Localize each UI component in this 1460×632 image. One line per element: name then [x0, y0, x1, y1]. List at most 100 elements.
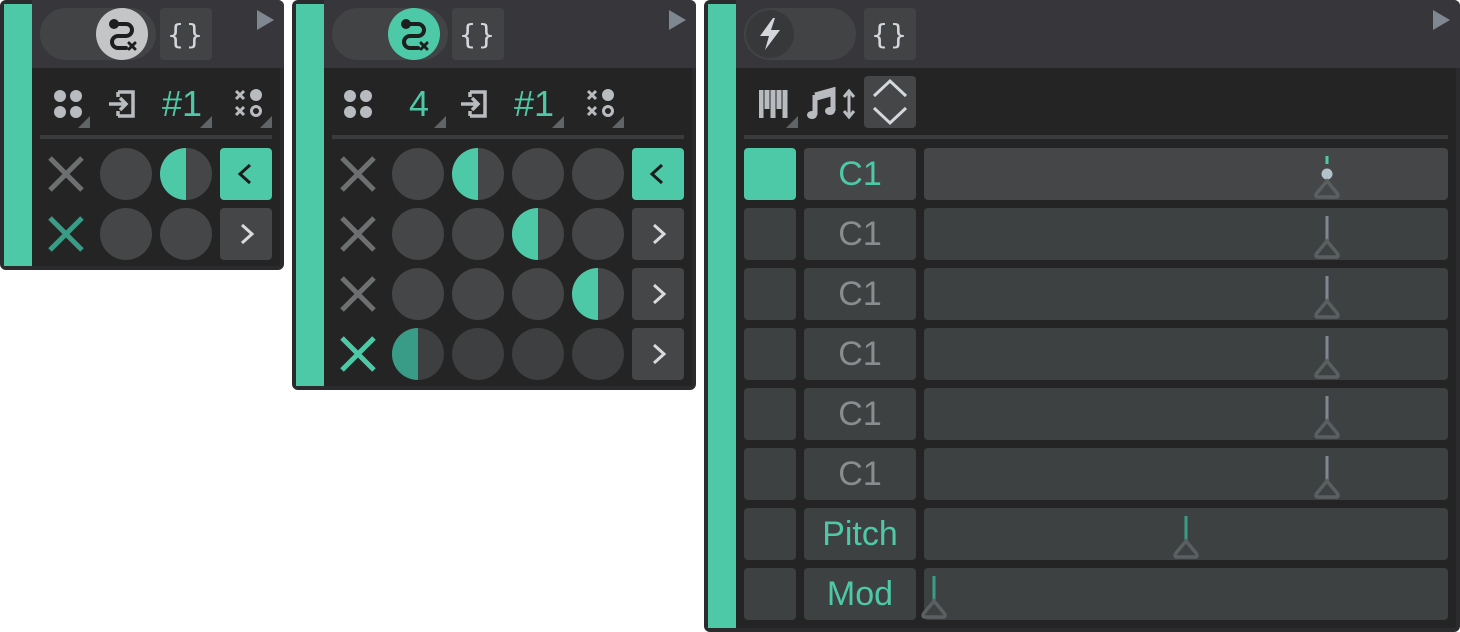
note-transpose-button[interactable]	[806, 80, 860, 128]
mute-x-icon[interactable]	[332, 268, 384, 320]
note-label[interactable]: Mod	[804, 568, 916, 620]
nav-left-button[interactable]	[632, 148, 684, 200]
mute-x-icon-active[interactable]	[332, 328, 384, 380]
value-slider[interactable]	[924, 448, 1448, 500]
slider-thumb[interactable]	[1313, 156, 1341, 204]
gate-toggle[interactable]	[744, 328, 796, 380]
value-slider[interactable]	[924, 268, 1448, 320]
panel-color-stripe	[296, 4, 324, 386]
step-circle-active[interactable]	[160, 148, 212, 200]
chevron-left-icon	[237, 163, 252, 185]
separator	[332, 135, 684, 139]
four-dots-icon	[344, 90, 372, 118]
value-slider[interactable]	[921, 568, 1448, 620]
step-circle[interactable]	[452, 268, 504, 320]
chevron-right-icon	[652, 343, 667, 365]
play-icon[interactable]	[257, 10, 274, 30]
chevron-up-down-icon	[872, 78, 908, 126]
gate-toggle[interactable]	[744, 568, 796, 620]
brace-button[interactable]: {}	[864, 8, 916, 60]
count-dropdown[interactable]: 4	[392, 80, 446, 128]
panel-color-stripe	[708, 4, 736, 628]
mute-x-icon[interactable]	[332, 148, 384, 200]
note-label[interactable]: C1	[804, 148, 916, 200]
pattern-dropdown[interactable]	[578, 80, 624, 128]
step-circle[interactable]	[160, 208, 212, 260]
note-label[interactable]: C1	[804, 268, 916, 320]
chevron-left-icon	[649, 163, 664, 185]
play-icon[interactable]	[1433, 10, 1450, 30]
piano-keys-icon	[759, 90, 788, 118]
step-circle[interactable]	[452, 208, 504, 260]
channel-label: #1	[513, 83, 555, 124]
channel-dropdown[interactable]: #1	[152, 80, 212, 128]
value-slider[interactable]	[924, 208, 1448, 260]
step-circle[interactable]	[572, 208, 624, 260]
slider-thumb[interactable]	[1313, 456, 1341, 504]
mute-x-icon[interactable]	[332, 208, 384, 260]
step-circle[interactable]	[392, 268, 444, 320]
step-circle[interactable]	[512, 148, 564, 200]
gate-toggle[interactable]	[744, 268, 796, 320]
separator	[40, 135, 272, 139]
grid-size-dropdown[interactable]	[46, 80, 90, 128]
panel-header: {}	[324, 0, 696, 68]
step-circle-active[interactable]	[452, 148, 504, 200]
slider-thumb[interactable]	[920, 576, 948, 624]
step-circle[interactable]	[572, 148, 624, 200]
slider-thumb[interactable]	[1313, 276, 1341, 324]
step-circle[interactable]	[512, 268, 564, 320]
keyboard-dropdown[interactable]	[752, 80, 798, 128]
expand-button[interactable]	[864, 76, 916, 128]
step-circle[interactable]	[392, 208, 444, 260]
note-label[interactable]: Pitch	[804, 508, 916, 560]
gate-toggle[interactable]	[744, 148, 796, 200]
step-circle[interactable]	[572, 328, 624, 380]
note-label[interactable]: C1	[804, 208, 916, 260]
value-slider[interactable]	[924, 148, 1448, 200]
slider-thumb[interactable]	[1313, 336, 1341, 384]
value-slider[interactable]	[924, 388, 1448, 440]
input-button[interactable]	[104, 80, 140, 128]
value-slider[interactable]	[924, 328, 1448, 380]
note-label[interactable]: C1	[804, 328, 916, 380]
chevron-right-icon	[240, 223, 255, 245]
slider-thumb[interactable]	[1313, 396, 1341, 444]
play-icon[interactable]	[669, 10, 686, 30]
trigger-toggle[interactable]	[744, 8, 856, 60]
step-circle-active[interactable]	[512, 208, 564, 260]
slider-thumb[interactable]	[1313, 216, 1341, 264]
nav-right-button[interactable]	[632, 268, 684, 320]
note-label[interactable]: C1	[804, 448, 916, 500]
mute-x-icon-active[interactable]	[40, 208, 92, 260]
mute-x-icon[interactable]	[40, 148, 92, 200]
gate-toggle[interactable]	[744, 208, 796, 260]
channel-dropdown[interactable]: #1	[504, 80, 564, 128]
brace-button[interactable]: {}	[452, 8, 504, 60]
panel-1: {} #1	[0, 0, 284, 270]
step-circle-active[interactable]	[572, 268, 624, 320]
brace-button[interactable]: {}	[160, 8, 212, 60]
input-button[interactable]	[456, 80, 492, 128]
x-dot-pattern-icon	[586, 89, 614, 117]
step-circle[interactable]	[512, 328, 564, 380]
step-circle[interactable]	[392, 148, 444, 200]
step-circle-active[interactable]	[392, 328, 444, 380]
route-toggle[interactable]	[332, 8, 448, 60]
pattern-dropdown[interactable]	[226, 80, 272, 128]
step-circle[interactable]	[100, 148, 152, 200]
nav-right-button[interactable]	[632, 328, 684, 380]
nav-right-button[interactable]	[632, 208, 684, 260]
slider-thumb[interactable]	[1172, 516, 1200, 564]
gate-toggle[interactable]	[744, 448, 796, 500]
nav-right-button[interactable]	[220, 208, 272, 260]
gate-toggle[interactable]	[744, 508, 796, 560]
nav-left-button[interactable]	[220, 148, 272, 200]
gate-toggle[interactable]	[744, 388, 796, 440]
value-slider[interactable]	[924, 508, 1448, 560]
step-circle[interactable]	[100, 208, 152, 260]
step-circle[interactable]	[452, 328, 504, 380]
route-toggle[interactable]	[40, 8, 156, 60]
grid-size-button[interactable]	[340, 80, 376, 128]
note-label[interactable]: C1	[804, 388, 916, 440]
